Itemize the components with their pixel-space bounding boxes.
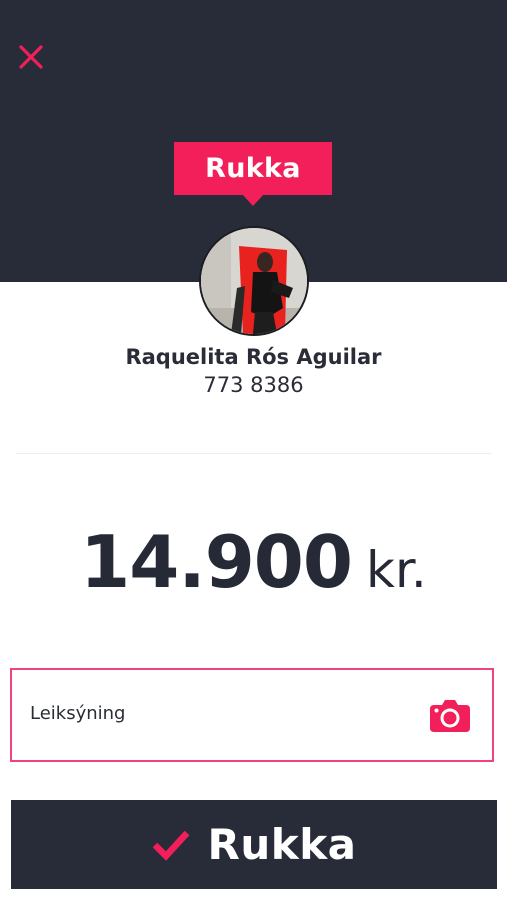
request-type-label: Rukka <box>205 153 301 184</box>
amount-currency: kr. <box>366 541 427 599</box>
recipient-phone: 773 8386 <box>203 373 304 397</box>
submit-request-button[interactable]: Rukka <box>11 800 497 889</box>
camera-icon <box>430 700 470 732</box>
divider <box>16 453 491 454</box>
description-input[interactable] <box>30 703 410 724</box>
amount-display: 14.900 kr. <box>0 520 507 604</box>
amount-value: 14.900 <box>80 520 353 604</box>
description-field-container <box>10 668 494 762</box>
recipient-name: Raquelita Rós Aguilar <box>125 345 382 369</box>
close-icon <box>19 45 43 69</box>
check-icon <box>152 830 189 861</box>
tag-pointer <box>242 194 264 206</box>
request-type-tag: Rukka <box>174 142 332 195</box>
camera-button[interactable] <box>428 698 472 734</box>
submit-label: Rukka <box>207 820 357 869</box>
avatar <box>199 226 309 336</box>
close-button[interactable] <box>14 40 48 74</box>
